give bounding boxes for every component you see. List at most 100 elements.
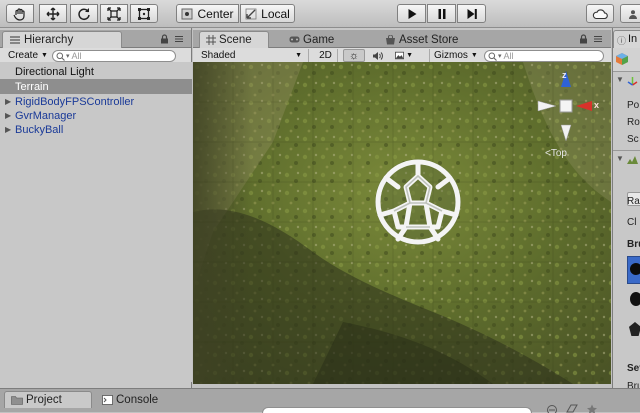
sun-icon: ☼ xyxy=(349,50,359,62)
neg-x-axis-cone[interactable] xyxy=(538,101,556,111)
gizmo-view-text: Top xyxy=(551,148,567,159)
expand-arrow-icon: ▼ xyxy=(616,154,624,163)
brush-circle-icon xyxy=(630,263,640,275)
local-space-icon xyxy=(245,8,257,20)
rect-tool-button[interactable] xyxy=(130,4,158,23)
account-button[interactable] xyxy=(620,4,640,23)
scale-label: Sc xyxy=(627,134,639,145)
gizmos-dropdown[interactable]: Gizmos ▼ xyxy=(429,49,475,62)
hierarchy-list-icon xyxy=(9,35,21,45)
shopping-bag-icon xyxy=(385,35,396,45)
scene-grid-icon xyxy=(206,35,216,45)
create-dropdown[interactable]: Create ▼ xyxy=(4,49,52,62)
tab-asset-store[interactable]: Asset Store xyxy=(379,31,469,48)
raise-lower-label: Ra xyxy=(627,196,640,207)
tab-inspector[interactable]: ⓘ In xyxy=(613,30,640,48)
main-toolbar: Center Local xyxy=(0,0,640,28)
search-icon xyxy=(488,52,497,61)
lock-icon[interactable] xyxy=(579,34,588,44)
scene-effects-dropdown[interactable]: ▼ xyxy=(391,49,417,62)
gizmo-view-label[interactable]: <Top xyxy=(545,148,567,159)
gizmo-z-label: z xyxy=(562,70,567,80)
neg-z-axis-cone[interactable] xyxy=(561,125,571,141)
transform-header[interactable]: ▼ xyxy=(613,74,640,88)
scale-tool-button[interactable] xyxy=(100,4,128,23)
project-search-input[interactable] xyxy=(262,407,532,413)
folder-icon xyxy=(11,395,23,405)
step-icon xyxy=(466,8,478,20)
settings-label: Set xyxy=(627,363,640,374)
hierarchy-item-rigidbody-fps-controller[interactable]: ▶ RigidBodyFPSController xyxy=(0,94,192,109)
hierarchy-item-label: RigidBodyFPSController xyxy=(15,96,134,108)
cloud-icon xyxy=(592,8,608,20)
hand-icon xyxy=(13,7,27,21)
scene-search-placeholder: All xyxy=(504,51,514,61)
hierarchy-item-terrain[interactable]: Terrain xyxy=(0,79,192,94)
pivot-mode-toggle[interactable]: Center xyxy=(176,4,239,23)
scale-icon xyxy=(107,7,121,21)
rotate-tool-button[interactable] xyxy=(70,4,98,23)
hand-tool-button[interactable] xyxy=(6,4,34,23)
inspector-panel: ⓘ In ▼ Po Ro Sc ▼ Ra Cl Bru Set Bru Op xyxy=(612,28,640,412)
tab-game[interactable]: Game xyxy=(283,31,345,48)
tab-project[interactable]: Project xyxy=(4,391,92,408)
gizmo-x-label: x xyxy=(594,100,599,110)
play-button[interactable] xyxy=(397,4,426,23)
rotation-label: Ro xyxy=(627,117,640,128)
hierarchy-item-label: BuckyBall xyxy=(15,124,63,136)
image-effects-icon xyxy=(395,51,404,60)
pivot-mode-label: Center xyxy=(197,7,233,21)
hierarchy-search-input[interactable]: ▾ All xyxy=(52,50,176,62)
hierarchy-tab-bar: Hierarchy xyxy=(0,30,191,48)
buckyball-object[interactable] xyxy=(370,155,466,249)
pivot-center-icon xyxy=(181,8,193,20)
tab-console-label: Console xyxy=(116,394,158,406)
pause-icon xyxy=(436,8,448,20)
brush-swatch-selected[interactable] xyxy=(627,256,640,284)
panel-menu-icon[interactable] xyxy=(593,34,603,44)
brush-swatch-soft[interactable] xyxy=(630,292,640,306)
shading-mode-dropdown[interactable]: Shaded ▼ xyxy=(197,49,309,62)
tab-inspector-label: In xyxy=(628,33,637,45)
pause-button[interactable] xyxy=(427,4,456,23)
click-hint-label: Cl xyxy=(627,217,636,228)
panel-menu-icon[interactable] xyxy=(174,34,184,44)
step-button[interactable] xyxy=(457,4,486,23)
scene-viewport[interactable]: z x <Top xyxy=(193,62,611,384)
hierarchy-item-directional-light[interactable]: Directional Light xyxy=(0,64,192,79)
gizmo-center-cube[interactable] xyxy=(560,100,572,112)
terrain-component-header[interactable]: ▼ xyxy=(613,150,640,168)
tab-scene[interactable]: Scene xyxy=(199,31,269,48)
brushes-label: Bru xyxy=(627,239,640,250)
x-axis-cone[interactable] xyxy=(576,101,592,111)
2d-mode-toggle[interactable]: 2D xyxy=(314,49,338,62)
gameobject-cube-icon xyxy=(615,52,629,66)
rotate-icon xyxy=(77,7,91,21)
expand-arrow-icon[interactable]: ▶ xyxy=(5,125,11,134)
move-tool-button[interactable] xyxy=(39,4,67,23)
tab-console[interactable]: Console xyxy=(96,391,176,408)
expand-arrow-icon[interactable]: ▶ xyxy=(5,111,11,120)
brush-swatch-star[interactable] xyxy=(629,322,640,336)
play-icon xyxy=(406,8,418,20)
hierarchy-item-gvr-manager[interactable]: ▶ GvrManager xyxy=(0,108,192,123)
hierarchy-item-bucky-ball[interactable]: ▶ BuckyBall xyxy=(0,122,192,137)
project-console-panel: Project Console xyxy=(0,388,640,412)
expand-arrow-icon[interactable]: ▶ xyxy=(5,97,11,106)
speaker-icon xyxy=(372,51,383,61)
dropdown-arrow-icon: ▼ xyxy=(471,52,478,59)
cloud-services-button[interactable] xyxy=(586,4,614,23)
scene-search-input[interactable]: ▾ All xyxy=(484,50,604,62)
scene-audio-toggle[interactable] xyxy=(367,49,387,62)
object-header xyxy=(613,48,640,72)
scene-lighting-toggle[interactable]: ☼ xyxy=(343,49,365,62)
expand-arrow-icon: ▼ xyxy=(616,75,624,84)
console-icon xyxy=(102,395,113,405)
lock-icon[interactable] xyxy=(160,34,169,44)
tab-project-label: Project xyxy=(26,394,62,406)
pivot-rotation-toggle[interactable]: Local xyxy=(240,4,295,23)
hierarchy-search-placeholder: All xyxy=(72,51,82,61)
tab-hierarchy[interactable]: Hierarchy xyxy=(2,31,122,48)
move-icon xyxy=(46,7,60,21)
tab-scene-label: Scene xyxy=(219,34,252,46)
